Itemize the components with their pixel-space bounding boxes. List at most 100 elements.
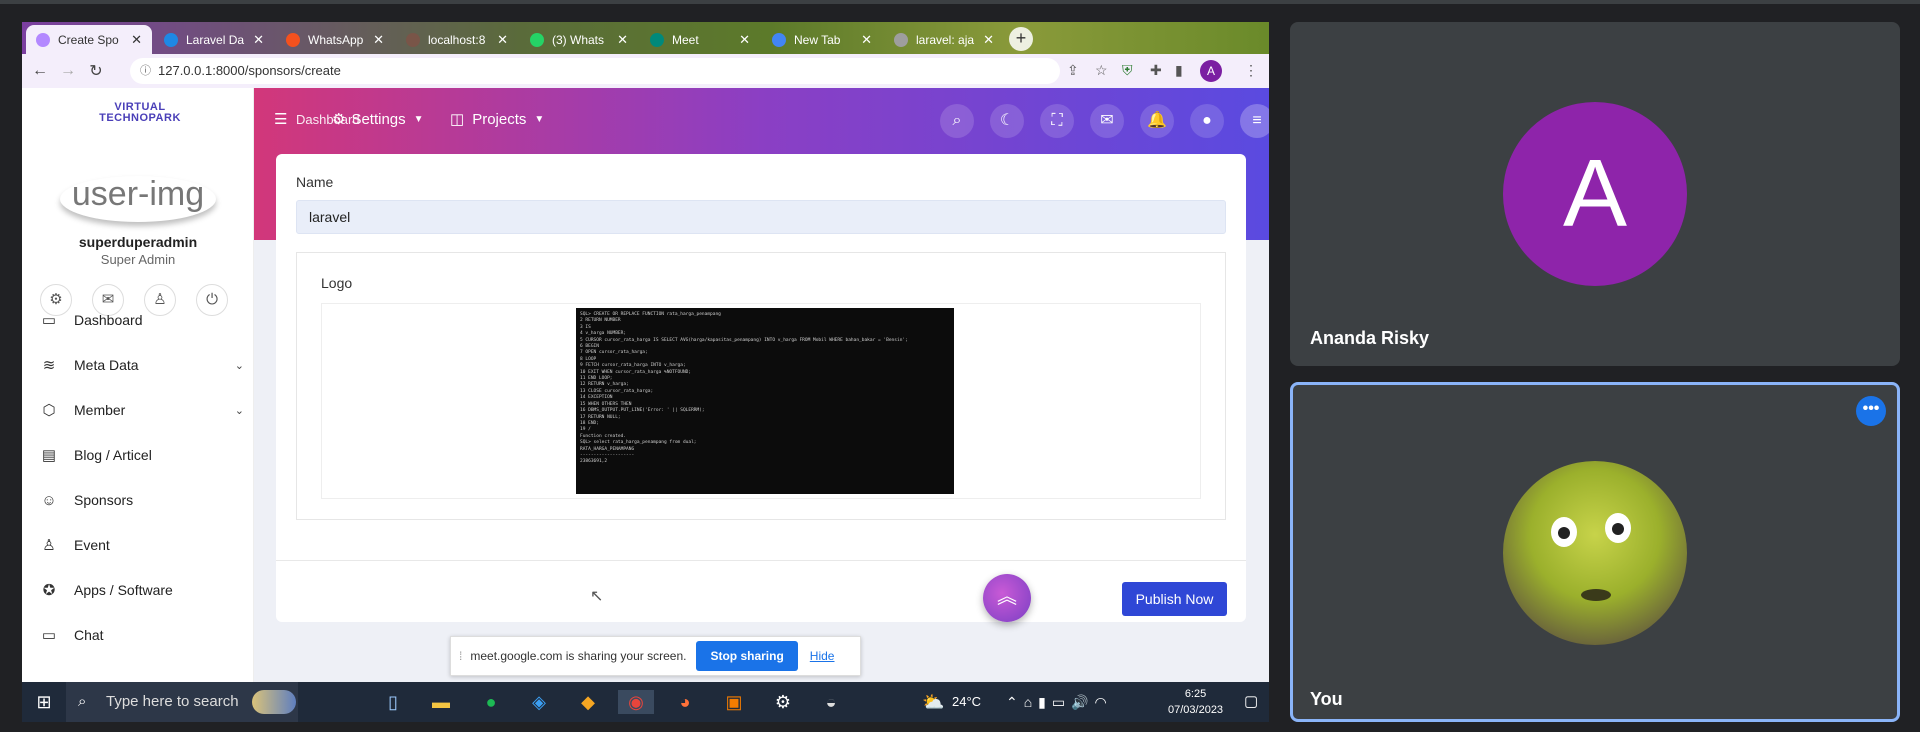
nav-settings-label: Settings	[351, 110, 406, 128]
terminal-line: 5 CURSOR cursor_rata_harga IS SELECT AVG…	[580, 337, 908, 343]
weather-icon[interactable]: ⛅	[922, 682, 944, 722]
sidebar-item-member[interactable]: ⬡ Member ⌄	[34, 398, 244, 422]
sponsor-form-card: Name laravel Logo SQL> CREATE OR REPLACE…	[276, 154, 1246, 622]
sidebar-item-label: Sponsors	[74, 492, 134, 508]
sidebar-item-apps-software[interactable]: ✪ Apps / Software	[34, 578, 244, 602]
nav-settings[interactable]: ⚙ Settings ▼	[332, 108, 424, 130]
chat-icon: ▭	[41, 627, 57, 644]
participant-tile-you[interactable]: ••• You	[1290, 382, 1900, 722]
url-text: 127.0.0.1:8000/sponsors/create	[158, 63, 341, 78]
chevron-down-icon: ▼	[413, 113, 424, 125]
share-icon[interactable]: ⇪	[1067, 62, 1079, 79]
close-tab-icon[interactable]: ✕	[123, 32, 142, 48]
fullscreen-icon[interactable]: ⛶	[1040, 104, 1074, 138]
notification-icon[interactable]: ▢	[1244, 682, 1258, 722]
date: 07/03/2023	[1168, 704, 1224, 716]
nav-projects[interactable]: ◫ Projects ▼	[450, 108, 544, 130]
chevron-down-icon: ▼	[534, 113, 545, 125]
app-logo[interactable]: VIRTUAL TECHNOPARK	[90, 102, 190, 124]
close-tab-icon[interactable]: ✕	[975, 32, 994, 48]
mail-icon[interactable]: ✉	[1090, 104, 1124, 138]
browser-tab[interactable]: (3) Whats ✕	[520, 25, 638, 54]
participant-avatar: A	[1503, 102, 1687, 286]
firefox-icon[interactable]: ◕	[672, 690, 698, 714]
sidebar-item-meta-data[interactable]: ≋ Meta Data ⌄	[34, 353, 244, 377]
close-tab-icon[interactable]: ✕	[609, 32, 628, 48]
stop-sharing-button[interactable]: Stop sharing	[696, 641, 798, 671]
hamburger-icon[interactable]: ☰	[274, 108, 287, 130]
drag-handle-icon[interactable]: ⁞	[459, 649, 462, 663]
cube-icon: ⬡	[42, 402, 56, 419]
bell-icon[interactable]: 🔔	[1140, 104, 1174, 138]
logo-preview-image: SQL> CREATE OR REPLACE FUNCTION rata_har…	[576, 308, 954, 494]
dark-mode-icon[interactable]: ☾	[990, 104, 1024, 138]
sidebar-item-event[interactable]: ♙ Event	[34, 533, 244, 557]
address-bar[interactable]: ⓘ 127.0.0.1:8000/sponsors/create	[130, 58, 1060, 84]
tab-favicon-icon	[894, 32, 908, 47]
search-icon: ⌕	[78, 693, 87, 710]
close-tab-icon[interactable]: ✕	[245, 32, 264, 48]
scroll-to-top-button[interactable]: ︽	[983, 574, 1031, 622]
browser-tab[interactable]: Laravel Da ✕	[154, 25, 274, 54]
tray-icons[interactable]: ⌃⌂▮▭🔊◠	[1006, 682, 1113, 722]
user-avatar-icon[interactable]: ●	[1190, 104, 1224, 138]
android-icon: ✪	[42, 582, 56, 599]
side-panel-icon[interactable]: ▮	[1175, 62, 1183, 79]
close-tab-icon[interactable]: ✕	[489, 32, 508, 48]
shield-extension-icon[interactable]: ⛨	[1122, 62, 1133, 79]
clock[interactable]: 6:25 07/03/2023	[1168, 682, 1223, 722]
settings-gear-icon[interactable]: ⚙	[770, 690, 796, 714]
hide-link[interactable]: Hide	[810, 649, 835, 663]
xampp-icon[interactable]: ▣	[721, 690, 747, 714]
bookmark-star-icon[interactable]: ☆	[1095, 62, 1108, 79]
more-options-button[interactable]: •••	[1856, 396, 1886, 426]
chrome-icon[interactable]: ◉	[618, 690, 654, 714]
spotify-icon[interactable]: ●	[478, 690, 504, 714]
task-view-icon[interactable]: ▯	[380, 690, 406, 714]
sidebar-item-sponsors[interactable]: ☺ Sponsors	[34, 488, 244, 512]
tab-favicon-icon	[772, 32, 786, 47]
participant-tile-ananda[interactable]: A Ananda Risky	[1290, 22, 1900, 366]
tab-favicon-icon	[36, 32, 50, 47]
browser-tab-strip: + Create Spo ✕ Laravel Da ✕ WhatsApp ✕ localho…	[22, 22, 1269, 54]
info-icon[interactable]: ⓘ	[140, 58, 151, 84]
app-icon[interactable]: ◒	[818, 690, 844, 714]
browser-tab[interactable]: localhost:8 ✕	[396, 25, 518, 54]
sidebar-item-blog-articel[interactable]: ▤ Blog / Articel	[34, 443, 244, 467]
close-tab-icon[interactable]: ✕	[365, 32, 384, 48]
browser-tab[interactable]: New Tab ✕	[762, 25, 882, 54]
forward-icon[interactable]: →	[54, 62, 82, 80]
taskbar-search[interactable]: ⌕ Type here to search	[66, 682, 298, 722]
search-icon[interactable]: ⌕	[940, 104, 974, 138]
vscode-icon[interactable]: ◈	[526, 690, 552, 714]
browser-tab[interactable]: WhatsApp ✕	[276, 25, 394, 54]
menu-icon[interactable]: ≡	[1240, 104, 1269, 138]
profile-avatar[interactable]: A	[1200, 60, 1222, 82]
newspaper-icon: ▤	[41, 447, 57, 464]
puzzle-extensions-icon[interactable]: ✚	[1150, 62, 1162, 79]
sidebar-item-dashboard[interactable]: ▭ Dashboard	[34, 308, 244, 332]
temperature[interactable]: 24°C	[952, 682, 981, 722]
browser-tab[interactable]: Create Spo ✕	[26, 25, 152, 54]
file-explorer-icon[interactable]: ▬	[428, 690, 454, 714]
logo-dropzone[interactable]: SQL> CREATE OR REPLACE FUNCTION rata_har…	[321, 303, 1201, 499]
publish-button[interactable]: Publish Now	[1122, 582, 1227, 616]
sidebar-item-chat[interactable]: ▭ Chat	[34, 623, 244, 647]
tab-favicon-icon	[164, 32, 178, 47]
browser-tab[interactable]: Meet ✕	[640, 25, 760, 54]
sidebar-item-label: Blog / Articel	[74, 447, 152, 463]
close-tab-icon[interactable]: ✕	[853, 32, 872, 48]
back-icon[interactable]: ←	[26, 62, 54, 80]
new-tab-button[interactable]: +	[1009, 27, 1033, 51]
name-input[interactable]: laravel	[296, 200, 1226, 234]
reload-icon[interactable]: ↻	[82, 61, 110, 81]
close-tab-icon[interactable]: ✕	[731, 32, 750, 48]
tab-label: Meet	[672, 32, 699, 47]
browser-tab[interactable]: laravel: aja ✕	[884, 25, 1004, 54]
windows-start-icon[interactable]: ⊞	[31, 690, 57, 714]
tab-label: WhatsApp	[308, 32, 364, 47]
browser-menu-icon[interactable]: ⋮	[1244, 62, 1258, 79]
settings-icon: ⚙	[332, 111, 346, 128]
windows-taskbar: ⊞ ⌕ Type here to search ▯ ▬ ● ◈ ◆ ◉ ◕ ▣ …	[22, 682, 1269, 722]
app-icon[interactable]: ◆	[575, 690, 601, 714]
